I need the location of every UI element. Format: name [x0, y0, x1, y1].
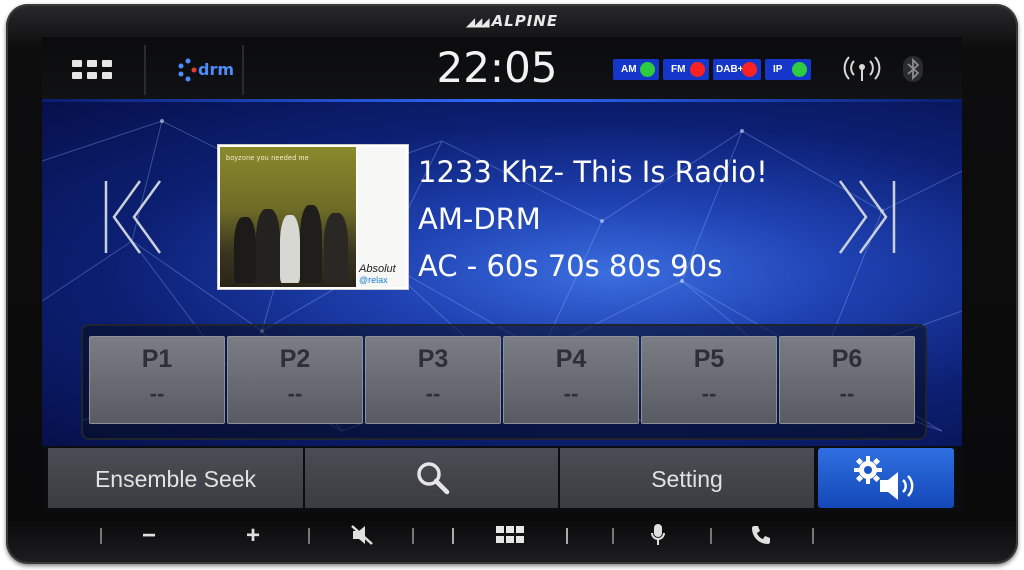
now-playing-info: 1233 Khz- This Is Radio! AM-DRM AC - 60s… — [418, 149, 768, 290]
album-label: Absolut — [359, 263, 396, 275]
divider — [710, 528, 712, 544]
status-dot — [742, 62, 757, 77]
mute-icon[interactable] — [350, 524, 374, 546]
drm-dots-icon — [178, 58, 197, 82]
source-am-indicator: AM — [613, 59, 659, 80]
divider — [452, 528, 454, 544]
station-name: 1233 Khz- This Is Radio! — [418, 155, 768, 189]
volume-up-button[interactable]: + — [246, 522, 260, 550]
setting-button[interactable]: Setting — [560, 448, 814, 508]
preset-6-button[interactable]: P6 -- — [779, 336, 915, 424]
preset-1-button[interactable]: P1 -- — [89, 336, 225, 424]
preset-5-button[interactable]: P5 -- — [641, 336, 777, 424]
divider — [144, 45, 146, 95]
source-dab-indicator: DAB+ — [713, 59, 761, 80]
bottom-bar: Ensemble Seek Setting — [42, 446, 962, 511]
divider — [812, 528, 814, 544]
bluetooth-icon — [903, 56, 923, 82]
head-unit-screen: drm 22:05 AM FM DAB+ IP boyzone you need… — [42, 37, 962, 511]
band-label: AM-DRM — [418, 202, 541, 236]
status-bar: drm 22:05 AM FM DAB+ IP — [42, 37, 962, 101]
audio-settings-button[interactable] — [818, 448, 954, 508]
preset-panel: P1 -- P2 -- P3 -- P4 -- P5 -- P6 -- — [81, 324, 927, 440]
phone-icon[interactable] — [750, 524, 772, 546]
drm-logo: drm — [176, 57, 246, 85]
album-art: boyzone you needed me Absolut @relax — [217, 144, 409, 290]
home-grid-icon[interactable] — [496, 526, 524, 544]
hardware-keys: − + — [60, 518, 960, 552]
divider — [308, 528, 310, 544]
apps-grid-icon[interactable] — [70, 57, 118, 85]
divider — [412, 528, 414, 544]
source-ip-indicator: IP — [765, 59, 811, 80]
next-station-icon[interactable] — [830, 177, 900, 257]
status-dot — [792, 62, 807, 77]
status-divider — [42, 99, 962, 102]
preset-3-button[interactable]: P3 -- — [365, 336, 501, 424]
ensemble-seek-button[interactable]: Ensemble Seek — [48, 448, 303, 508]
divider — [566, 528, 568, 544]
program-type: AC - 60s 70s 80s 90s — [418, 249, 723, 283]
gear-speaker-icon — [854, 456, 914, 500]
divider — [100, 528, 102, 544]
volume-down-button[interactable]: − — [142, 522, 156, 550]
divider — [242, 45, 244, 95]
microphone-icon[interactable] — [650, 523, 666, 547]
divider — [612, 528, 614, 544]
preset-4-button[interactable]: P4 -- — [503, 336, 639, 424]
album-photo: boyzone you needed me — [220, 147, 356, 287]
previous-station-icon[interactable] — [100, 177, 170, 257]
signal-antenna-icon — [843, 56, 881, 81]
preset-2-button[interactable]: P2 -- — [227, 336, 363, 424]
brand-logo: ◢◢◢ ALPINE — [465, 12, 559, 30]
status-dot — [640, 62, 655, 77]
clock: 22:05 — [436, 43, 558, 92]
status-dot — [690, 62, 705, 77]
search-icon — [417, 462, 450, 495]
search-button[interactable] — [305, 448, 558, 508]
drm-logo-text: drm — [198, 60, 235, 79]
source-fm-indicator: FM — [663, 59, 709, 80]
album-label-sub: @relax — [359, 275, 388, 285]
